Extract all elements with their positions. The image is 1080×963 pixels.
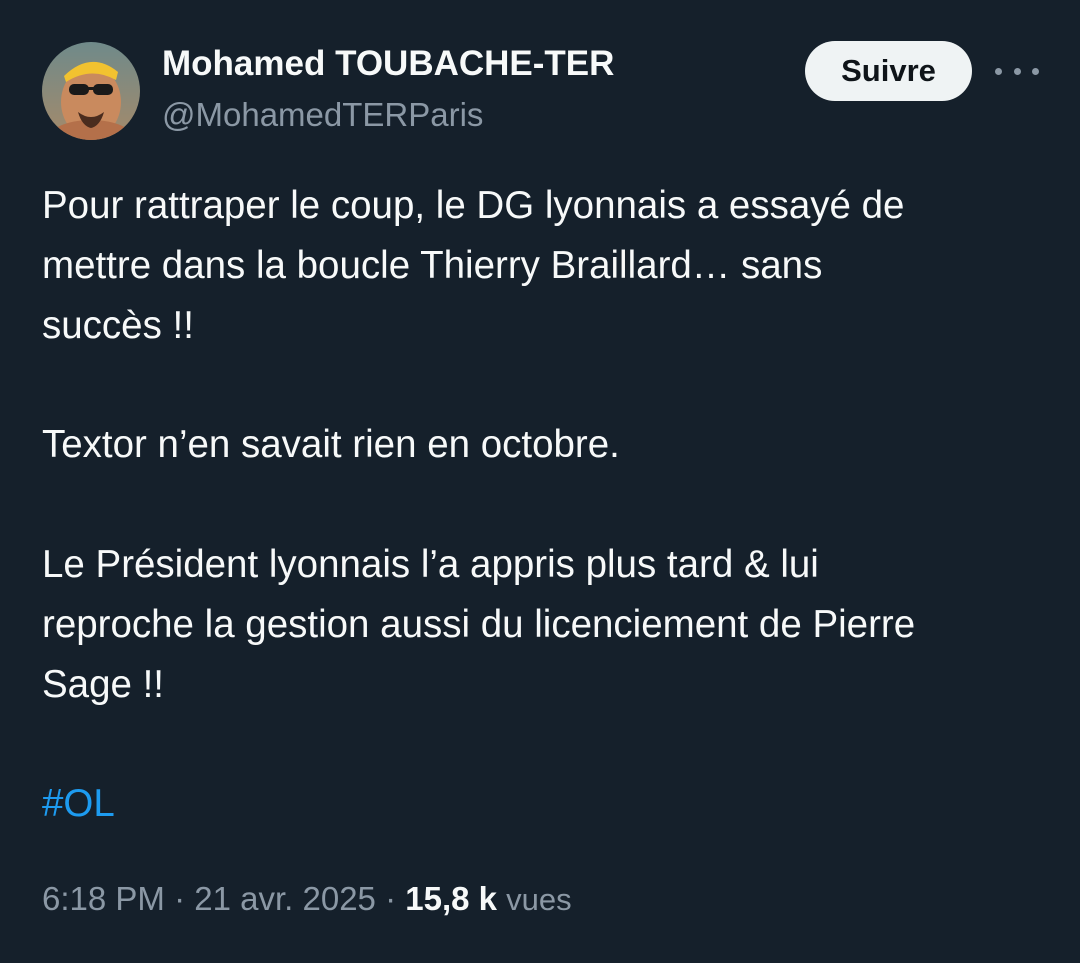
tweet-date[interactable]: 21 avr. 2025 — [194, 880, 376, 917]
more-dot — [1032, 67, 1039, 75]
tweet-meta: 6:18 PM · 21 avr. 2025 · 15,8 k vues — [42, 880, 572, 918]
tweet-text-line: succès !! — [42, 304, 194, 347]
more-dot — [995, 67, 1002, 75]
tweet-text-line: Textor n’en savait rien en octobre. — [42, 423, 620, 466]
views-count[interactable]: 15,8 k — [405, 880, 497, 917]
author-name[interactable]: Mohamed TOUBACHE-TER — [162, 44, 614, 84]
tweet-text-line: Sage !! — [42, 663, 165, 706]
avatar-image — [42, 42, 140, 140]
author-handle[interactable]: @MohamedTERParis — [162, 96, 483, 134]
tweet-text-line: Le Président lyonnais l’a appris plus ta… — [42, 543, 819, 586]
more-options-icon[interactable] — [995, 58, 1039, 84]
tweet-text-line: Pour rattraper le coup, le DG lyonnais a… — [42, 184, 905, 227]
tweet-text-line: mettre dans la boucle Thierry Braillard…… — [42, 244, 823, 287]
more-dot — [1013, 67, 1021, 75]
avatar[interactable] — [42, 42, 140, 140]
tweet-text-line: reproche la gestion aussi du licenciemen… — [42, 603, 916, 646]
follow-button[interactable]: Suivre — [805, 41, 972, 101]
separator: · — [385, 880, 397, 917]
separator: · — [174, 880, 186, 917]
views-label: vues — [506, 882, 572, 917]
tweet-card: Mohamed TOUBACHE-TER @MohamedTERParis Su… — [0, 0, 1080, 963]
tweet-time[interactable]: 6:18 PM — [42, 880, 165, 917]
hashtag-link[interactable]: #OL — [42, 774, 115, 834]
